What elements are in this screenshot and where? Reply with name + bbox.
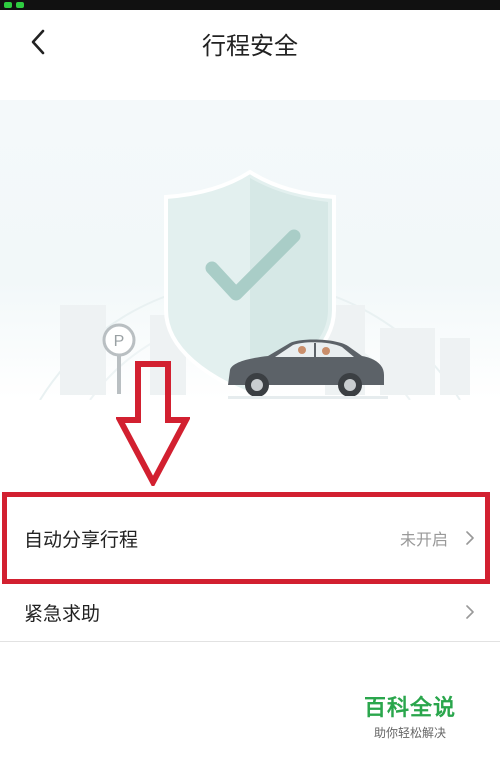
status-bar	[0, 0, 500, 10]
status-indicator	[4, 2, 12, 8]
down-arrow-annotation	[116, 361, 190, 486]
watermark-title: 百科全说	[363, 696, 456, 721]
safety-illustration: P	[0, 100, 500, 400]
page-title: 行程安全	[202, 32, 298, 60]
status-indicator	[16, 2, 24, 8]
svg-text:P: P	[114, 333, 125, 350]
chevron-right-icon	[466, 531, 474, 545]
navigation-bar: 行程安全	[0, 10, 500, 74]
watermark-subtitle: 助你轻松解决	[373, 726, 446, 740]
watermark: 百科全说 助你轻松解决	[350, 690, 470, 741]
emergency-help-row[interactable]: 紧急求助	[0, 584, 500, 640]
auto-share-trip-row[interactable]: 自动分享行程 未开启	[0, 492, 500, 584]
auto-share-status: 未开启	[399, 530, 448, 549]
divider	[0, 641, 500, 642]
emergency-help-label: 紧急求助	[24, 602, 101, 625]
auto-share-trip-label: 自动分享行程	[24, 528, 139, 551]
illustration-graphic: P	[39, 169, 470, 400]
chevron-right-icon	[466, 605, 474, 619]
